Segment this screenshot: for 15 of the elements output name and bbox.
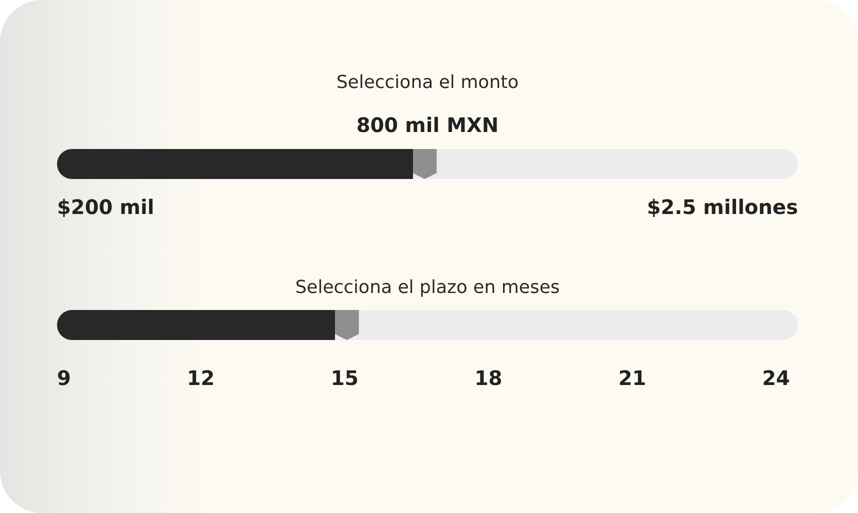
term-slider-track[interactable] [57,310,798,340]
tick-label: 24 [762,366,790,390]
section-title: Selecciona el monto [336,72,519,93]
slider-thumb[interactable] [334,310,359,340]
amount-slider-track[interactable] [57,149,798,179]
tick-label: 15 [330,366,359,390]
tick-label: 9 [57,366,71,390]
slider-thumb[interactable] [412,149,437,179]
max-label: $2.5 millones [646,195,798,219]
amount-value: 800 mil MXN [356,113,499,137]
tick-label: 12 [186,366,215,390]
min-label: $200 mil [57,195,154,219]
section-title: Selecciona el plazo en meses [295,277,560,298]
tick-label: 21 [618,366,646,390]
tick-label: 18 [474,366,502,390]
